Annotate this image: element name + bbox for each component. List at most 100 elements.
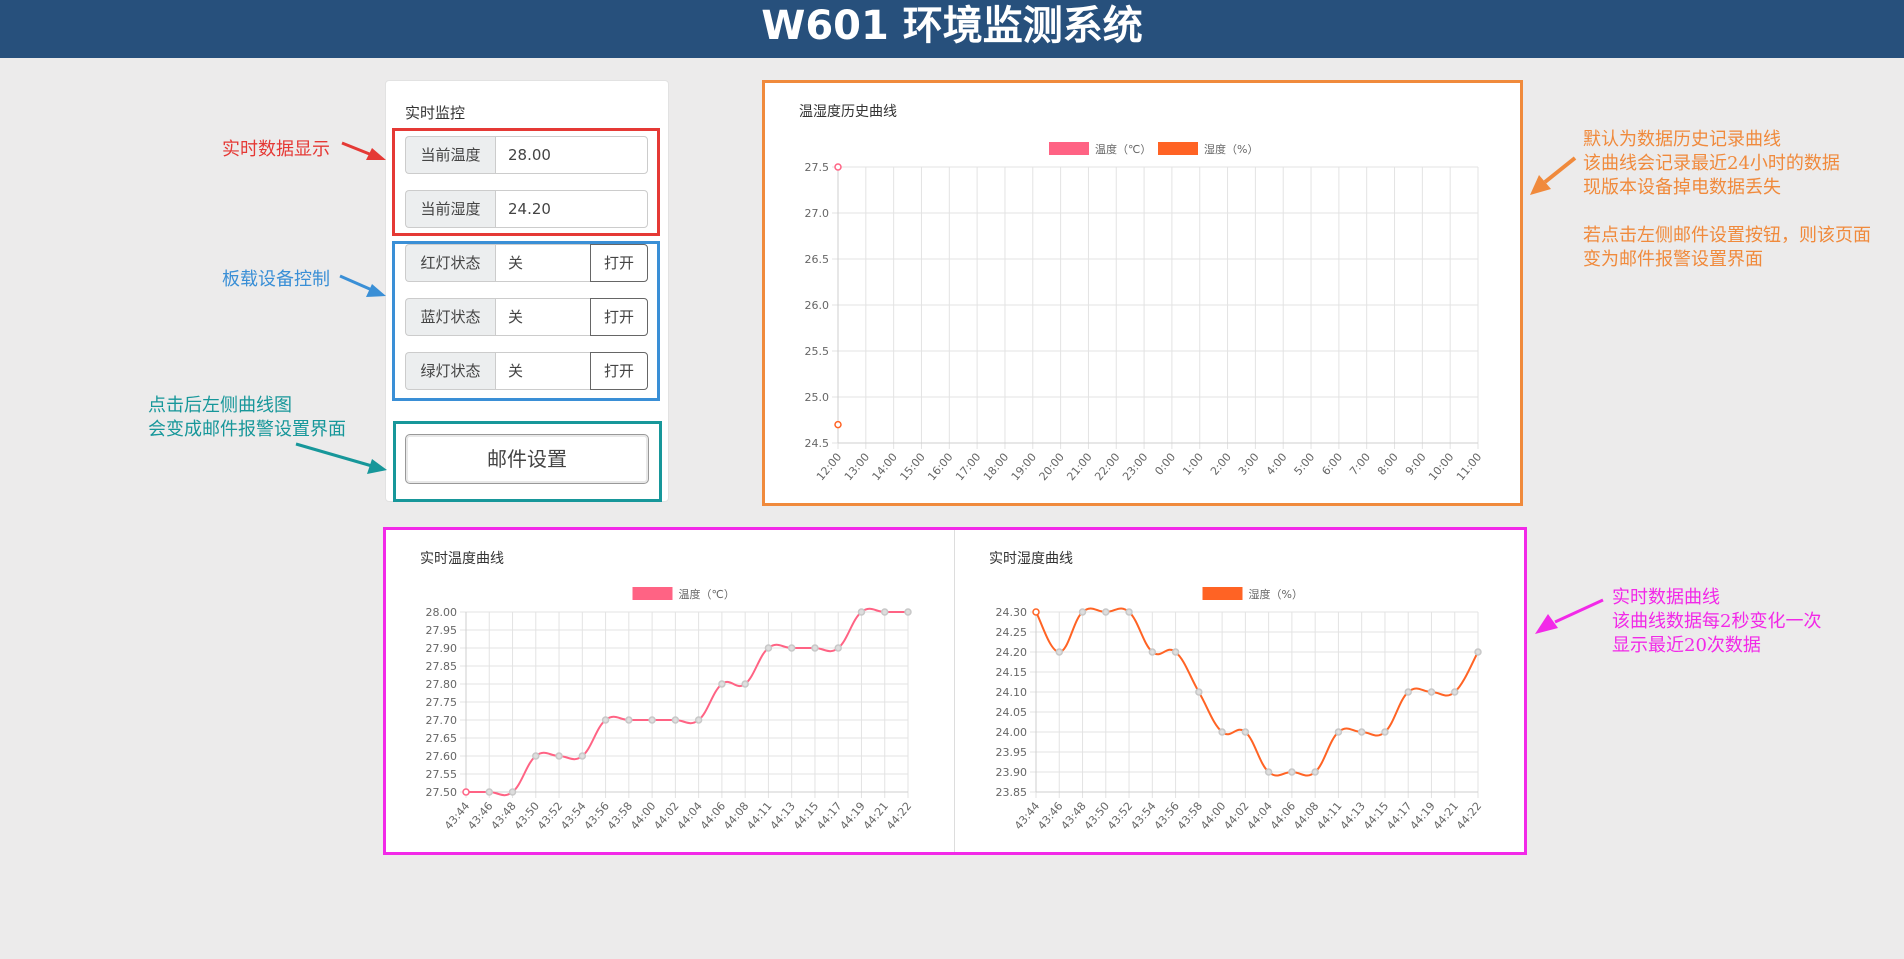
x-tick-label: 44:19 <box>837 800 867 833</box>
data-point <box>1241 728 1250 736</box>
data-point <box>1032 608 1040 616</box>
blue-led-row: 蓝灯状态 关 打开 <box>405 298 648 336</box>
arrow-realtime-display <box>341 141 386 160</box>
mail-settings-button[interactable]: 邮件设置 <box>405 434 649 484</box>
data-point <box>857 608 866 616</box>
data-point <box>1288 768 1296 776</box>
x-tick-label: 44:21 <box>1431 800 1461 833</box>
y-tick-label: 27.60 <box>426 750 458 763</box>
y-tick-label: 27.55 <box>426 768 458 781</box>
x-tick-label: 43:48 <box>488 800 518 833</box>
x-tick-label: 43:56 <box>1152 800 1182 833</box>
realtime-divider <box>954 530 955 852</box>
realtime-temperature-chart: 实时温度曲线温度（℃） 28.00 27.95 27.90 27.85 27.80 27.7… <box>420 551 914 833</box>
x-tick-label: 44:00 <box>628 800 658 833</box>
y-tick-label: 24.20 <box>996 646 1028 659</box>
legend-label: 湿度（%） <box>1204 142 1258 156</box>
green-led-label: 绿灯状态 <box>405 352 495 390</box>
x-tick-label: 44:08 <box>721 800 751 833</box>
y-tick-label: 27.5 <box>805 161 830 174</box>
x-tick-label: 44:11 <box>1314 800 1344 833</box>
x-tick-label: 20:00 <box>1037 451 1067 484</box>
y-tick-label: 24.25 <box>996 626 1028 639</box>
y-tick-label: 24.15 <box>996 666 1028 679</box>
x-tick-label: 43:54 <box>1128 800 1158 833</box>
x-tick-label: 15:00 <box>897 451 927 484</box>
data-point <box>880 608 889 616</box>
x-tick-label: 12:00 <box>814 451 844 484</box>
y-tick-label: 26.0 <box>805 299 830 312</box>
x-tick-label: 6:00 <box>1319 451 1345 478</box>
x-tick-label: 44:17 <box>1384 800 1414 833</box>
x-tick-label: 43:52 <box>535 800 565 833</box>
legend-label: 温度（℃） <box>1095 142 1151 156</box>
y-tick-label: 24.05 <box>996 706 1028 719</box>
temperature-row: 当前温度 28.00 <box>405 136 648 174</box>
x-tick-label: 44:22 <box>1454 800 1484 833</box>
y-tick-label: 23.90 <box>996 766 1028 779</box>
y-tick-label: 27.0 <box>805 207 830 220</box>
app-title: W601 环境监测系统 <box>761 3 1143 49</box>
x-tick-label: 18:00 <box>981 451 1011 484</box>
data-point <box>671 716 680 724</box>
data-point <box>1357 728 1366 736</box>
data-point <box>648 716 656 724</box>
data-point <box>1171 648 1180 656</box>
annotation-realtime-display: 实时数据显示 <box>222 139 330 160</box>
data-point <box>1264 768 1273 776</box>
x-tick-label: 44:11 <box>744 800 774 833</box>
x-tick-label: 43:58 <box>1175 800 1205 833</box>
x-tick-label: 44:19 <box>1407 800 1437 833</box>
data-point <box>462 788 470 796</box>
annotation-history-note-4: 若点击左侧邮件设置按钮，则该页面 <box>1583 225 1871 246</box>
x-tick-label: 23:00 <box>1120 451 1150 484</box>
x-tick-label: 43:56 <box>582 800 612 833</box>
legend-swatch <box>632 587 673 600</box>
x-tick-label: 44:02 <box>1221 800 1251 833</box>
x-tick-label: 13:00 <box>842 451 872 484</box>
humidity-value: 24.20 <box>495 190 648 228</box>
data-point <box>1450 688 1459 696</box>
x-tick-label: 44:06 <box>1268 800 1298 833</box>
x-tick-label: 43:58 <box>605 800 635 833</box>
chart-title: 实时湿度曲线 <box>989 551 1073 567</box>
green-led-toggle-button[interactable]: 打开 <box>590 352 648 390</box>
x-tick-label: 10:00 <box>1426 451 1456 484</box>
data-point <box>787 644 796 652</box>
x-tick-label: 8:00 <box>1375 451 1401 478</box>
y-tick-label: 27.75 <box>426 696 458 709</box>
data-point <box>1381 728 1389 736</box>
arrow-click-note <box>295 442 387 474</box>
y-tick-label: 24.10 <box>996 686 1028 699</box>
monitor-title: 实时监控 <box>405 104 466 122</box>
y-tick-label: 27.70 <box>426 714 458 727</box>
x-tick-label: 43:50 <box>1082 800 1112 833</box>
data-point <box>1055 648 1064 656</box>
chart-title: 温湿度历史曲线 <box>799 104 897 120</box>
data-point <box>1404 688 1412 696</box>
annotation-click-note-1: 点击后左侧曲线图 <box>148 395 292 416</box>
annotation-realtime-note-2: 该曲线数据每2秒变化一次 <box>1612 611 1822 632</box>
data-point <box>741 680 749 688</box>
data-point <box>1311 768 1319 776</box>
data-point <box>578 752 587 760</box>
arrow-realtime-note <box>1535 598 1604 634</box>
humidity-label: 当前湿度 <box>405 190 495 228</box>
red-led-toggle-button[interactable]: 打开 <box>590 244 648 282</box>
x-tick-label: 11:00 <box>1454 451 1484 484</box>
x-tick-label: 43:46 <box>465 800 495 833</box>
y-tick-label: 27.95 <box>426 624 458 637</box>
x-tick-label: 21:00 <box>1064 451 1094 484</box>
blue-led-state: 关 <box>495 298 590 336</box>
data-point <box>485 788 494 796</box>
y-tick-label: 23.95 <box>996 746 1028 759</box>
x-tick-label: 44:08 <box>1291 800 1321 833</box>
realtime-humidity-chart: 实时湿度曲线湿度（%） 24.30 24.25 24.20 24.15 24.10 24.0… <box>989 551 1484 833</box>
y-tick-label: 26.5 <box>805 253 830 266</box>
x-tick-label: 44:04 <box>1245 800 1275 833</box>
x-tick-label: 44:17 <box>814 800 844 833</box>
app-header: W601 环境监测系统 <box>0 0 1904 58</box>
red-led-label: 红灯状态 <box>405 244 495 282</box>
data-point <box>811 644 819 652</box>
blue-led-toggle-button[interactable]: 打开 <box>590 298 648 336</box>
